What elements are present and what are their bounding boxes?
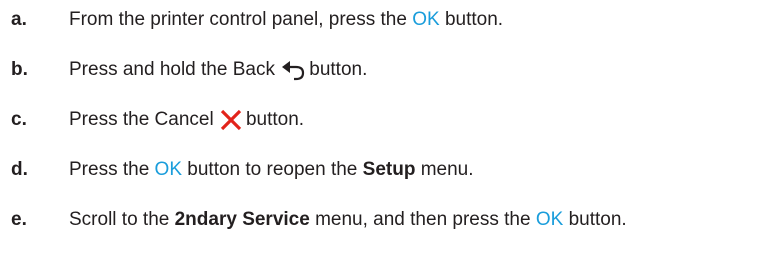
setup-menu-label: Setup bbox=[362, 159, 416, 180]
step-letter: d. bbox=[11, 159, 28, 180]
step-text: Press the Cancel button. bbox=[69, 109, 304, 131]
step-text: Scroll to the 2ndary Service menu, and t… bbox=[69, 209, 627, 231]
step-text: From the printer control panel, press th… bbox=[69, 9, 503, 31]
step-text-part: button. bbox=[245, 109, 305, 130]
step-text-part: menu. bbox=[415, 159, 474, 180]
step-text-part: menu, and then press the bbox=[309, 209, 536, 230]
secondary-service-menu-label: 2ndary Service bbox=[174, 209, 310, 230]
ok-button-label: OK bbox=[154, 159, 182, 180]
step-letter: c. bbox=[11, 109, 27, 130]
step-text-part: Press the Cancel bbox=[69, 109, 219, 130]
step-text: Press and hold the Back button. bbox=[69, 59, 367, 81]
step-text-part: button. bbox=[439, 9, 504, 30]
back-arrow-icon bbox=[280, 59, 306, 81]
step-text-part: button to reopen the bbox=[182, 159, 363, 180]
step-letter: a. bbox=[11, 9, 27, 30]
step-text-part: Scroll to the bbox=[69, 209, 175, 230]
step-text-part: Press the bbox=[69, 159, 155, 180]
step-text-part: Press and hold the Back bbox=[69, 59, 281, 80]
step-text-part: button. bbox=[309, 59, 368, 80]
instruction-steps: a. From the printer control panel, press… bbox=[0, 0, 783, 264]
ok-button-label: OK bbox=[535, 209, 564, 230]
step-text-part: From the printer control panel, press th… bbox=[69, 9, 413, 30]
cancel-x-icon bbox=[219, 109, 243, 131]
ok-button-label: OK bbox=[412, 9, 440, 30]
step-letter: b. bbox=[11, 59, 28, 80]
step-text-part: button. bbox=[563, 209, 627, 230]
step-letter: e. bbox=[11, 209, 27, 230]
step-text: Press the OK button to reopen the Setup … bbox=[69, 159, 474, 181]
